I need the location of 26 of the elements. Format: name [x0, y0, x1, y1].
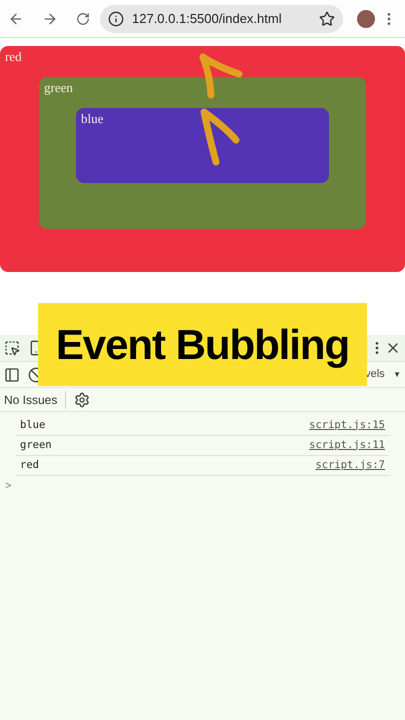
back-icon[interactable]	[8, 10, 24, 26]
banner-title: Event Bubbling	[56, 320, 350, 370]
source-link[interactable]: script.js:15	[309, 418, 385, 434]
issues-label[interactable]: No Issues	[4, 390, 66, 408]
inspect-icon[interactable]	[4, 340, 20, 356]
settings-icon[interactable]	[74, 392, 90, 408]
forward-icon[interactable]	[42, 10, 58, 26]
device-icon[interactable]	[28, 340, 38, 356]
reload-icon[interactable]	[76, 12, 90, 26]
source-link[interactable]: script.js:11	[309, 438, 385, 454]
clear-icon[interactable]	[28, 366, 38, 382]
url-text: 127.0.0.1:5500/index.html	[132, 10, 283, 28]
star-icon[interactable]	[319, 10, 335, 26]
console-prompt[interactable]: >	[0, 476, 405, 494]
profile-avatar[interactable]	[357, 10, 375, 28]
box-label: blue	[80, 110, 104, 127]
log-message: red	[20, 458, 39, 473]
box-label: red	[4, 48, 22, 65]
dropdown-caret: ▼	[393, 368, 401, 380]
box-label: green	[43, 79, 73, 96]
sidebar-icon[interactable]	[4, 366, 20, 382]
address-bar[interactable]: 127.0.0.1:5500/index.html	[100, 4, 343, 32]
log-message: blue	[20, 418, 46, 433]
info-icon[interactable]	[108, 10, 124, 26]
source-link[interactable]: script.js:7	[315, 458, 385, 474]
log-message: green	[20, 438, 52, 453]
